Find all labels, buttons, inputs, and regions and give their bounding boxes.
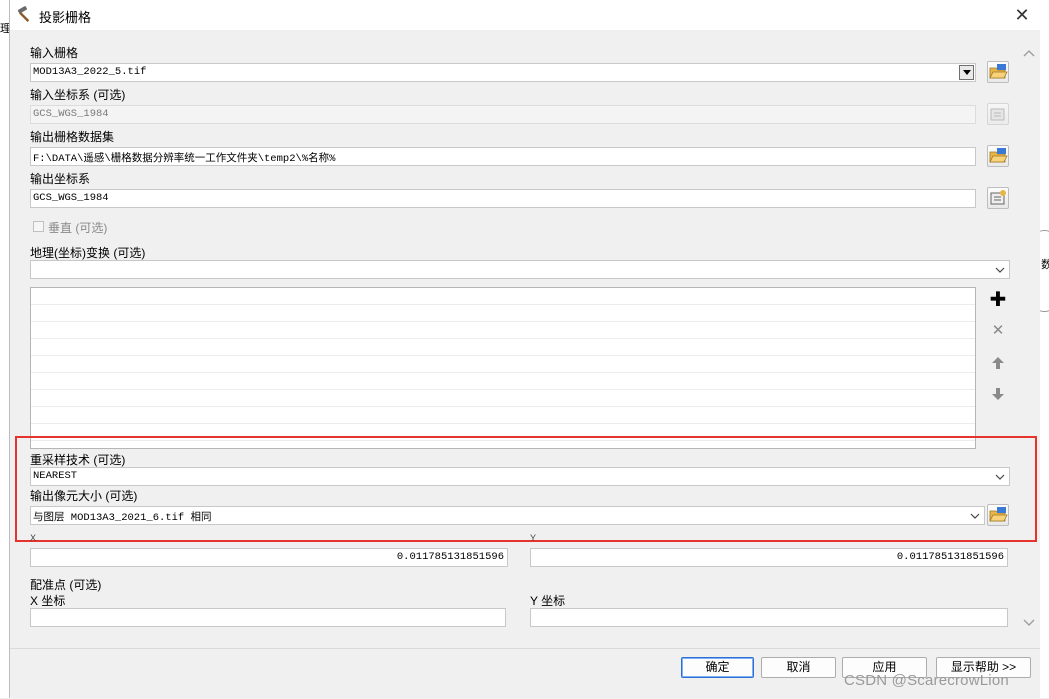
- plus-icon: ✚: [989, 289, 1007, 311]
- hammer-icon: [17, 6, 30, 22]
- folder-open-icon: [989, 148, 1008, 163]
- registration-point-label: 配准点 (可选): [30, 578, 102, 592]
- output-coord-system-value: GCS_WGS_1984: [33, 192, 109, 204]
- resampling-value: NEAREST: [33, 470, 78, 482]
- input-raster-browse-button[interactable]: [987, 61, 1009, 83]
- move-down-button[interactable]: [986, 381, 1010, 405]
- list-row: [31, 390, 975, 407]
- window-title: 投影栅格: [39, 10, 92, 25]
- reg-x-label: X 坐标: [30, 594, 66, 608]
- input-raster-combobox[interactable]: MOD13A3_2022_5.tif: [30, 63, 976, 82]
- output-cell-size-label: 输出像元大小 (可选): [30, 489, 138, 503]
- spatial-reference-icon: [990, 190, 1006, 205]
- list-row: [31, 373, 975, 390]
- title-bar: 投影栅格 ✕: [10, 0, 1040, 30]
- list-row: [31, 288, 975, 305]
- output-raster-dataset-field[interactable]: F:\DATA\遥感\栅格数据分辨率统一工作文件夹\temp2\%名称%: [30, 147, 976, 166]
- output-cell-size-value: 与图层 MOD13A3_2021_6.tif 相同: [33, 512, 212, 524]
- list-row: [31, 356, 975, 373]
- project-raster-dialog: 投影栅格 ✕ 输入栅格 MOD13A3_2022_5.tif 输入坐标系 (可选…: [9, 0, 1040, 699]
- folder-open-icon: [989, 64, 1008, 79]
- watermark: CSDN @ScarecrowLion: [844, 672, 1009, 689]
- list-row: [31, 339, 975, 356]
- output-coord-system-field[interactable]: GCS_WGS_1984: [30, 189, 976, 208]
- arrow-up-icon: [992, 356, 1004, 369]
- output-cell-size-combobox[interactable]: 与图层 MOD13A3_2021_6.tif 相同: [30, 506, 985, 525]
- geo-transform-label: 地理(坐标)变换 (可选): [30, 246, 146, 260]
- spatial-reference-icon: [990, 108, 1005, 121]
- remove-icon: ✕: [991, 322, 1005, 339]
- input-coord-system-label: 输入坐标系 (可选): [30, 88, 126, 102]
- cell-y-field[interactable]: 0.011785131851596: [530, 548, 1008, 567]
- input-raster-label: 输入栅格: [30, 46, 79, 60]
- cell-x-value: 0.011785131851596: [396, 551, 504, 563]
- reg-x-field[interactable]: [30, 608, 506, 627]
- cell-x-label: X: [30, 533, 37, 543]
- vertical-checkbox: [33, 221, 44, 232]
- output-raster-browse-button[interactable]: [987, 145, 1009, 167]
- cell-y-label: Y: [530, 533, 537, 543]
- list-row: [31, 424, 975, 441]
- output-raster-dataset-label: 输出栅格数据集: [30, 130, 115, 144]
- scroll-up-icon[interactable]: [1023, 48, 1035, 58]
- add-button[interactable]: ✚: [986, 288, 1010, 312]
- input-coord-system-properties-button: [987, 103, 1009, 125]
- remove-button[interactable]: ✕: [986, 319, 1010, 343]
- output-cell-size-browse-button[interactable]: [987, 504, 1009, 526]
- input-raster-value: MOD13A3_2022_5.tif: [33, 66, 147, 78]
- scroll-down-icon[interactable]: [1023, 618, 1035, 628]
- background-app-right: 数: [1034, 0, 1049, 698]
- background-text-fragment-right: 数: [1041, 259, 1049, 271]
- cell-x-field[interactable]: 0.011785131851596: [30, 548, 508, 567]
- reg-y-label: Y 坐标: [530, 594, 566, 608]
- chevron-down-icon[interactable]: [994, 264, 1006, 276]
- chevron-down-icon[interactable]: [969, 510, 981, 522]
- input-coord-system-value: GCS_WGS_1984: [33, 108, 109, 120]
- input-coord-system-field: GCS_WGS_1984: [30, 105, 976, 124]
- cancel-button[interactable]: 取消: [761, 657, 836, 678]
- output-coord-system-label: 输出坐标系: [30, 172, 91, 186]
- move-up-button[interactable]: [986, 350, 1010, 374]
- list-row: [31, 322, 975, 339]
- close-button[interactable]: ✕: [1010, 3, 1034, 27]
- highlight-annotation: [15, 436, 1037, 542]
- resampling-combobox[interactable]: NEAREST: [30, 467, 1010, 486]
- output-raster-dataset-value: F:\DATA\遥感\栅格数据分辨率统一工作文件夹\temp2\%名称%: [33, 153, 336, 165]
- reg-y-field[interactable]: [530, 608, 1008, 627]
- vertical-label: 垂直 (可选): [48, 221, 108, 235]
- close-icon: ✕: [1014, 5, 1030, 25]
- output-coord-system-properties-button[interactable]: [987, 187, 1009, 209]
- ok-button[interactable]: 确定: [681, 657, 754, 678]
- cell-y-value: 0.011785131851596: [896, 551, 1004, 563]
- list-row: [31, 407, 975, 424]
- arrow-down-icon: [992, 387, 1004, 400]
- chevron-down-icon[interactable]: [994, 471, 1006, 483]
- dropdown-button[interactable]: [959, 65, 974, 80]
- geo-transform-list[interactable]: [30, 287, 976, 449]
- resampling-label: 重采样技术 (可选): [30, 453, 126, 467]
- folder-open-icon: [989, 507, 1008, 522]
- list-row: [31, 305, 975, 322]
- geo-transform-combobox[interactable]: [30, 260, 1010, 279]
